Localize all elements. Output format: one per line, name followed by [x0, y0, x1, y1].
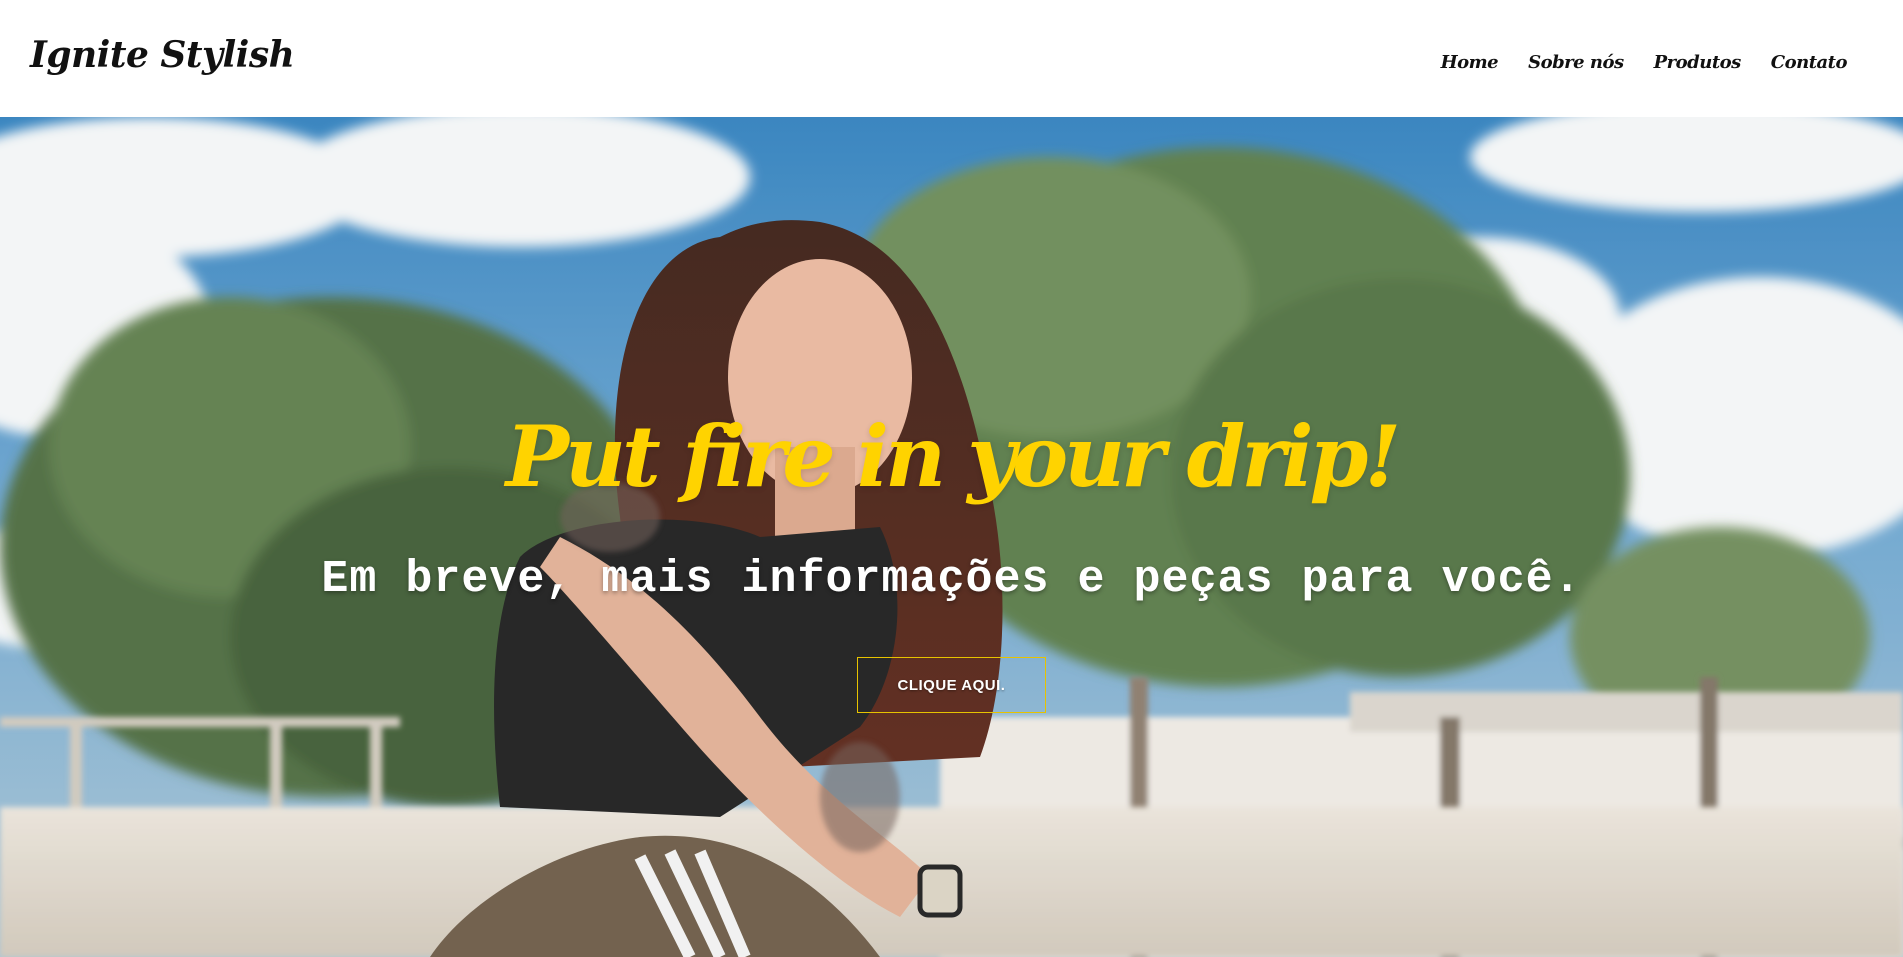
nav-link-contato[interactable]: Contato	[1771, 52, 1848, 73]
nav-link-sobre-nos[interactable]: Sobre nós	[1528, 52, 1624, 73]
hero-section: Put fire in your drip! Em breve, mais in…	[0, 117, 1903, 957]
site-header: Ignite Stylish Home Sobre nós Produtos C…	[0, 0, 1903, 117]
cta-button[interactable]: CLIQUE AQUI.	[857, 657, 1046, 713]
main-nav: Home Sobre nós Produtos Contato	[1441, 52, 1848, 73]
brand-logo[interactable]: Ignite Stylish	[30, 34, 295, 76]
nav-link-produtos[interactable]: Produtos	[1654, 52, 1742, 73]
hero-overlay	[0, 117, 1903, 957]
nav-link-home[interactable]: Home	[1441, 52, 1499, 73]
hero-headline: Put fire in your drip!	[505, 407, 1401, 506]
hero-subtitle: Em breve, mais informações e peças para …	[321, 554, 1582, 605]
